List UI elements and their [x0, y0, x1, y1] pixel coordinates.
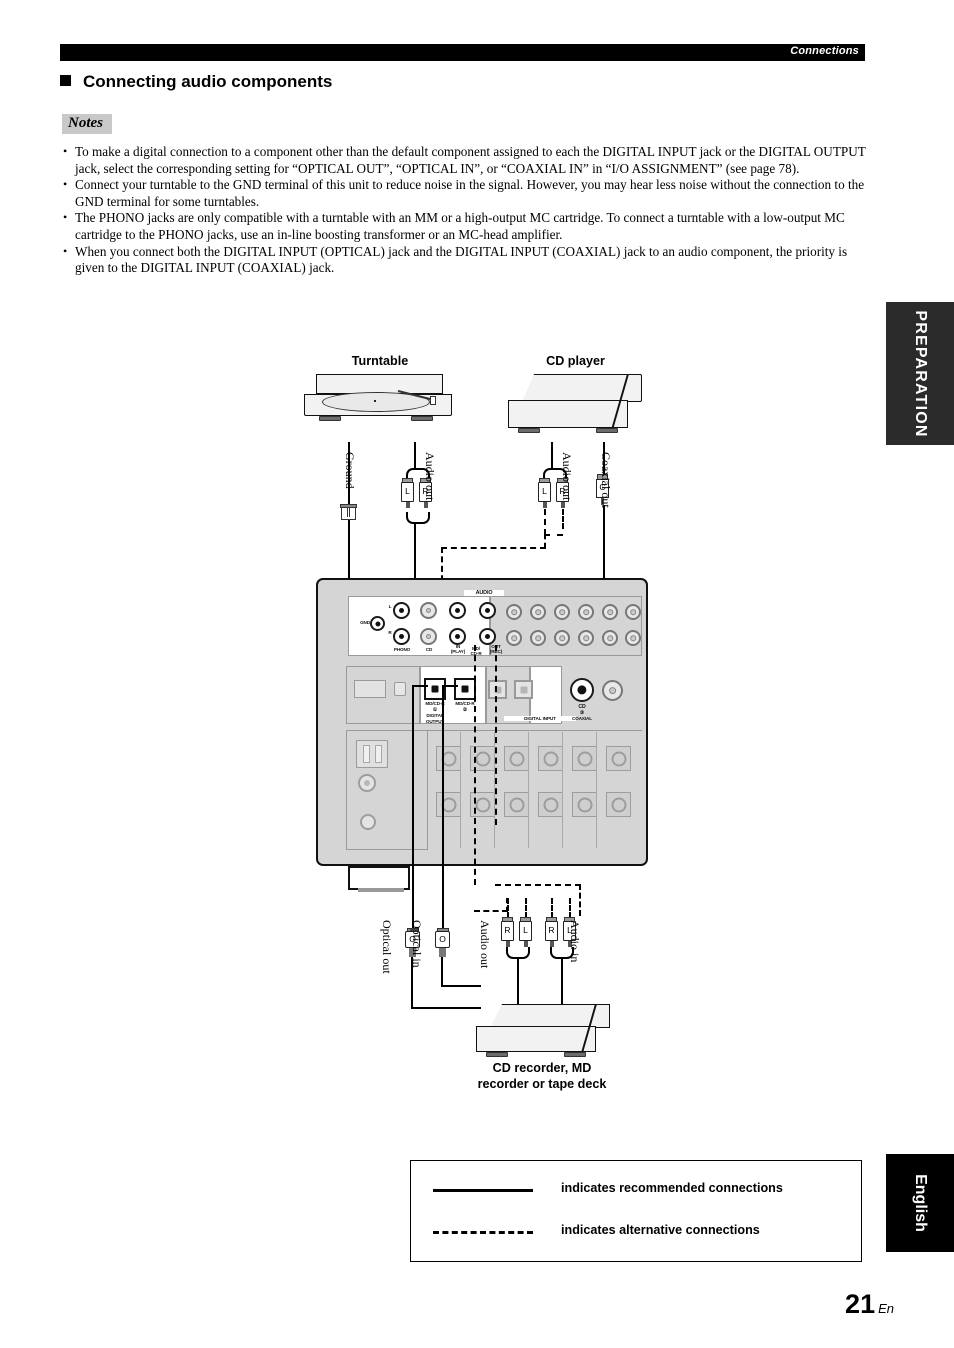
rca-right-label: R: [548, 925, 555, 935]
cd-audio-wire: [551, 442, 554, 470]
rec-out-wire: [517, 957, 520, 1009]
rca-plug-left: L: [538, 478, 551, 508]
ground-spade-icon: [340, 504, 357, 521]
turntable-audio-wire: [414, 442, 417, 470]
analog-alt-dash-down-right: [579, 884, 581, 916]
rca-left-label: L: [523, 925, 528, 935]
turntable-audio-join: [406, 512, 430, 524]
gnd-label: GND: [360, 620, 370, 625]
optical-plug-in: O: [435, 928, 450, 958]
optical-in-jack-label: MD/CD-R: [455, 701, 475, 706]
analog-alt-dash-lower-left: [474, 910, 508, 912]
coaxial-label: COAXIAL: [572, 716, 592, 721]
cd-player-label: CD player: [546, 354, 605, 368]
rec-out-dash-l: [525, 898, 527, 918]
cd-player-device: [508, 374, 642, 442]
cd-audio-dash-across: [441, 547, 546, 549]
ground-screw: [360, 814, 376, 830]
multipin-connector: [354, 680, 386, 698]
legend-row-recommended: indicates recommended connections: [433, 1181, 853, 1201]
legend-row-alternative: indicates alternative connections: [433, 1223, 853, 1243]
rec-out-dash-r: [507, 898, 509, 918]
optical-in-wire-stub: [442, 685, 458, 688]
analog-alt-dash-right: [495, 645, 497, 825]
turntable-audio-out-label: Audio out: [423, 452, 437, 501]
cd-audio-dash-left: [544, 509, 546, 535]
legend-recommended-label: indicates recommended connections: [561, 1181, 783, 1195]
optical-out-wire-to-recorder: [411, 1007, 481, 1010]
dashed-line-swatch: [433, 1231, 533, 1234]
rca-left-label: L: [542, 486, 547, 496]
recorder-label: CD recorder, MD recorder or tape deck: [477, 1061, 607, 1091]
page-number-lang: En: [878, 1301, 894, 1316]
legend-box: indicates recommended connections indica…: [410, 1160, 862, 1262]
phono-label: PHONO: [393, 647, 411, 652]
receiver-base: [348, 866, 410, 890]
optical-out-wire: [412, 685, 415, 930]
cd-audio-dash-down: [544, 534, 546, 548]
antenna-coax-pin: [364, 780, 370, 786]
recorder-audio-out-label: Audio out: [478, 920, 492, 969]
optical-in-label: Optical in: [410, 920, 424, 968]
rca-left-label: L: [405, 486, 410, 496]
rec-in-dash-r: [551, 898, 553, 918]
page-number-value: 21: [845, 1289, 876, 1319]
rec-in-wire: [561, 957, 564, 1009]
turntable-label: Turntable: [351, 354, 409, 368]
receiver-base-foot: [358, 888, 404, 892]
connection-diagram: Turntable CD player Ground L R Audio out: [0, 0, 954, 1348]
legend-alternative-label: indicates alternative connections: [561, 1223, 760, 1237]
optical-out-jack-label: MD/CD-R: [425, 701, 445, 706]
speaker-terminal-block: [356, 740, 388, 768]
recorder-audio-in-label: Audio in: [568, 920, 582, 963]
cd-audio-out-label: Audio out: [560, 452, 574, 501]
cd-label: CD: [425, 647, 433, 652]
rca-plug-left: L: [401, 478, 414, 508]
audio-zone-label: AUDIO: [464, 590, 504, 596]
digital-output-label: DIGITAL OUTPUT: [425, 713, 445, 724]
analog-alt-dash-across: [495, 884, 581, 886]
coaxial-out-label: Coaxial out: [599, 452, 613, 508]
cd-audio-dash-join: [544, 534, 563, 536]
receiver-rear-panel: AUDIO GND L R PHONO CD IN (PLAY) MD/ CD-…: [316, 578, 648, 866]
cd-audio-dash-right: [562, 509, 564, 529]
page-number: 21 En: [845, 1289, 894, 1320]
rec-in-dash-l: [569, 898, 571, 918]
optical-out-label: Optical out: [380, 920, 394, 974]
usb-connector: [394, 682, 406, 696]
optical-input-jack[interactable]: [454, 678, 476, 700]
rca-plug-right: R: [545, 917, 558, 947]
analog-alt-dash-left: [474, 645, 476, 885]
optical-in-wire: [442, 685, 445, 930]
rca-plug-left: L: [519, 917, 532, 947]
ground-cable-label: Ground: [343, 452, 357, 489]
optical-in-wire-lower: [441, 957, 444, 987]
optical-in-wire-to-recorder: [441, 985, 481, 988]
recorder-device: [476, 1004, 610, 1064]
rca-right-label: R: [504, 925, 511, 935]
turntable-device: [302, 374, 454, 442]
optical-plug-label: O: [439, 934, 446, 944]
rca-plug-right: R: [501, 917, 514, 947]
solid-line-swatch: [433, 1189, 533, 1192]
optical-out-wire-stub: [412, 685, 428, 688]
